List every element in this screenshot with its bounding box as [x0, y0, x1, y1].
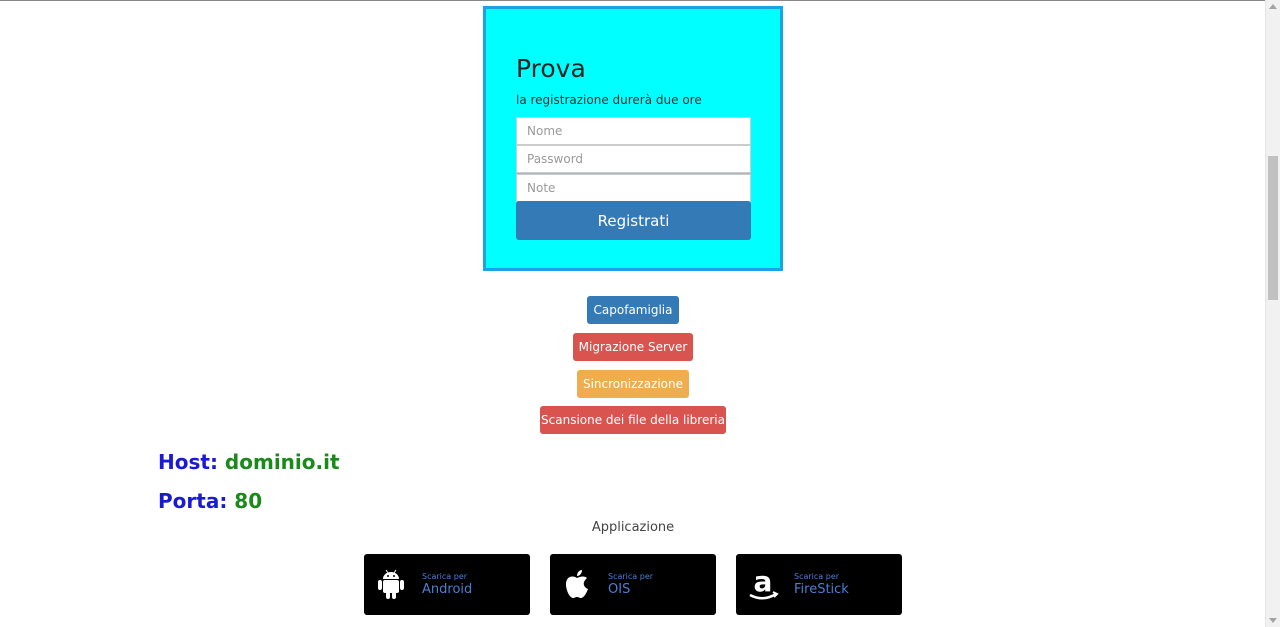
registration-panel: Prova la registrazione durerà due ore Re… — [483, 6, 783, 271]
host-label: Host: — [158, 450, 218, 474]
port-value: 80 — [234, 489, 263, 513]
ios-download-button[interactable]: Scarica per OIS — [550, 554, 716, 615]
migrazione-server-button[interactable]: Migrazione Server — [573, 333, 693, 361]
app-section-label: Applicazione — [591, 520, 675, 535]
password-field[interactable] — [516, 145, 751, 173]
svg-text:a: a — [754, 567, 773, 598]
capofamiglia-button[interactable]: Capofamiglia — [587, 296, 679, 324]
note-field[interactable] — [516, 174, 751, 202]
sincronizzazione-button[interactable]: Sincronizzazione — [577, 370, 689, 398]
firestick-caption: Scarica per — [794, 572, 840, 581]
vertical-scrollbar[interactable] — [1265, 0, 1280, 627]
android-icon — [378, 569, 404, 599]
amazon-icon: a — [749, 567, 779, 600]
firestick-download-button[interactable]: a Scarica per FireStick — [736, 554, 902, 615]
host-value: dominio.it — [224, 450, 340, 474]
ios-label: OIS — [608, 582, 631, 597]
apple-icon — [566, 570, 588, 598]
scrollbar-thumb[interactable] — [1268, 156, 1278, 300]
android-caption: Scarica per — [422, 572, 468, 581]
top-border — [0, 0, 1266, 1]
registration-subtitle: la registrazione durerà due ore — [516, 93, 702, 107]
port-label: Porta: — [158, 489, 228, 513]
scroll-up-arrow-icon[interactable] — [1269, 4, 1277, 9]
registration-title: Prova — [516, 54, 586, 83]
android-download-button[interactable]: Scarica per Android — [364, 554, 530, 615]
ios-caption: Scarica per — [608, 572, 654, 581]
name-field[interactable] — [516, 117, 751, 145]
scroll-down-arrow-icon[interactable] — [1269, 618, 1277, 623]
scansione-libreria-button[interactable]: Scansione dei file della libreria — [540, 406, 726, 434]
firestick-label: FireStick — [794, 582, 849, 597]
host-info: Host: dominio.it — [158, 450, 340, 474]
register-button[interactable]: Registrati — [516, 201, 751, 240]
android-label: Android — [422, 582, 473, 597]
port-info: Porta: 80 — [158, 489, 262, 513]
